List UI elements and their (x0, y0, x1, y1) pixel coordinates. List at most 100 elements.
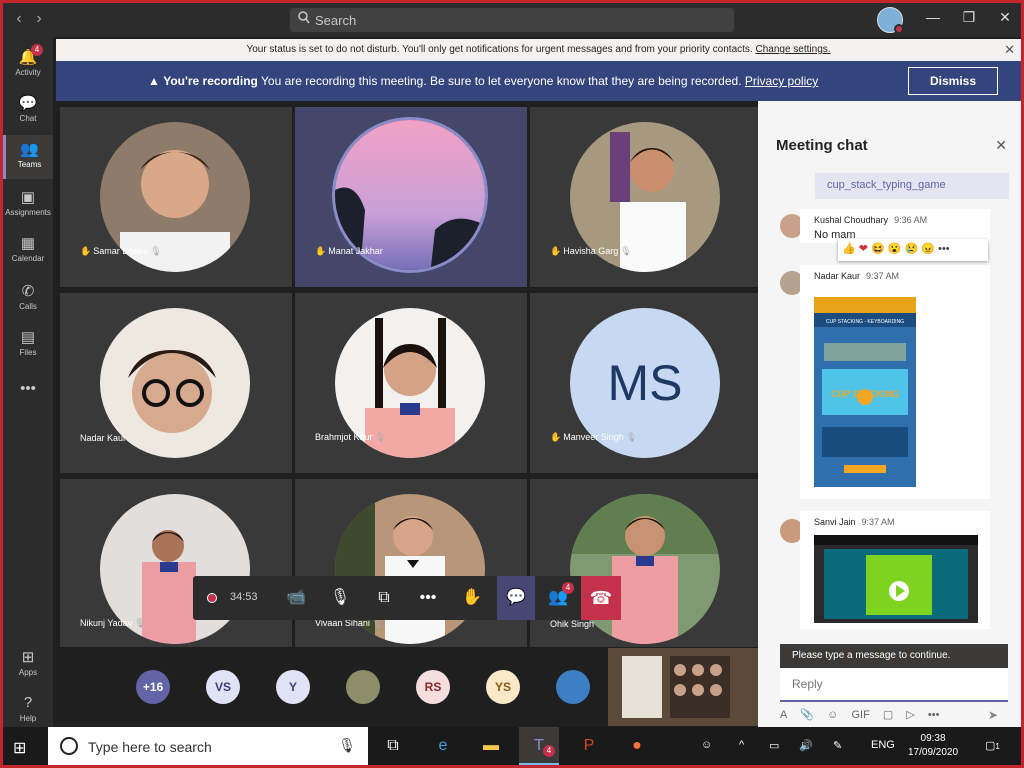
chat-link-message[interactable]: cup_stack_typing_game (815, 173, 1009, 199)
back-button[interactable]: ‹ (11, 10, 27, 28)
pen-icon[interactable]: ✎ (833, 739, 842, 752)
participant-avatar[interactable]: RS (416, 670, 450, 704)
taskbar-search[interactable]: Type here to search 🎙 (48, 727, 368, 765)
video-stage: ✋ Samar Dhaka 🎙 ✋ Manat Jakhar ✋ Havisha Gar… (56, 101, 762, 648)
mic-off-icon: 🎙 (374, 432, 386, 442)
windows-taskbar: ⊞ Type here to search 🎙 ⧉ e ▬ T4 P ● ☺ ^… (3, 727, 1021, 765)
volume-icon[interactable]: 🔊 (799, 739, 813, 752)
overflow-participants[interactable]: +16 (136, 670, 170, 704)
chat-close-icon[interactable]: ✕ (995, 137, 1007, 154)
maximize-button[interactable]: ❐ (959, 9, 979, 26)
taskbar-search-placeholder: Type here to search (88, 739, 212, 755)
heart-reaction[interactable]: ❤ (859, 243, 868, 255)
chat-message[interactable]: Sanvi Jain 9:37 AM (800, 511, 990, 629)
participant-avatar[interactable]: Y (276, 670, 310, 704)
warning-icon: ▲ (148, 74, 160, 88)
participant-tile[interactable]: MS ✋ Manveer Singh 🎙 (530, 293, 762, 473)
format-icon[interactable]: A (780, 709, 787, 721)
participant-avatar[interactable] (556, 670, 590, 704)
activity-badge: 4 (31, 44, 43, 56)
mic-button[interactable]: 🎙 (321, 576, 359, 620)
rail-item-apps[interactable]: ⊞ Apps (3, 643, 53, 687)
like-reaction[interactable]: 👍 (842, 243, 856, 255)
microphone-icon[interactable]: 🎙 (338, 737, 356, 754)
participant-name: ✋ Havisha Garg 🎙 (550, 246, 632, 256)
raised-hand-icon: ✋ (550, 432, 562, 442)
chat-message[interactable]: Kushal Choudhary 9:36 AM No mam (800, 209, 990, 243)
rail-item-files[interactable]: ▤ Files (3, 323, 53, 367)
title-bar: ‹ › Search — ❐ ✕ (3, 3, 1021, 37)
sad-reaction[interactable]: 😢 (905, 243, 919, 255)
forward-button[interactable]: › (31, 10, 47, 28)
participant-tile[interactable]: ✋ Havisha Garg 🎙 (530, 107, 762, 287)
participant-tile[interactable]: Brahmjot Kaur 🎙 (295, 293, 527, 473)
notifications-icon[interactable]: ▢1 (985, 739, 1000, 752)
firefox-icon[interactable]: ● (617, 727, 657, 765)
participants-button[interactable]: 👥 4 (539, 576, 577, 620)
network-icon[interactable]: ▭ (769, 739, 779, 752)
participant-tile[interactable]: Vivaan Sihani 🎙 (295, 479, 527, 647)
more-actions-button[interactable]: ••• (409, 576, 447, 620)
rail-item-assignments[interactable]: ▣ Assignments (3, 183, 53, 227)
edge-icon[interactable]: e (423, 727, 463, 765)
camera-button[interactable]: 📹 (277, 576, 315, 620)
more-options-icon[interactable]: ••• (928, 709, 940, 721)
profile-avatar[interactable] (877, 7, 904, 34)
rail-item-chat[interactable]: 💬 Chat (3, 89, 53, 133)
people-icon[interactable]: ☺ (701, 739, 712, 751)
reply-input[interactable] (780, 668, 1008, 702)
notifications-count: 1 (995, 742, 1000, 751)
rail-item-calls[interactable]: ✆ Calls (3, 277, 53, 321)
rail-item-teams[interactable]: 👥 Teams (3, 135, 53, 179)
taskbar-clock[interactable]: 09:38 17/09/2020 (908, 732, 958, 760)
angry-reaction[interactable]: 😠 (921, 243, 935, 255)
more-icon: ••• (20, 380, 36, 397)
rail-more-button[interactable]: ••• (3, 375, 53, 399)
change-settings-link[interactable]: Change settings. (755, 44, 830, 55)
screenshot-image[interactable] (814, 535, 978, 623)
sticker-icon[interactable]: ▢ (883, 709, 893, 721)
rail-item-calendar[interactable]: ▦ Calendar (3, 229, 53, 273)
chat-toggle-button[interactable]: 💬 (497, 576, 535, 620)
participant-tile[interactable]: Ohik Singh (530, 479, 762, 647)
hand-icon: ✋ (462, 589, 482, 606)
hang-up-button[interactable]: ☎ (581, 576, 621, 620)
gif-icon[interactable]: GIF (851, 709, 869, 721)
surprised-reaction[interactable]: 😮 (888, 243, 902, 255)
participant-tile[interactable]: ✋ Samar Dhaka 🎙 (60, 107, 292, 287)
emoji-icon[interactable]: ☺ (827, 709, 838, 721)
language-indicator[interactable]: ENG (871, 739, 895, 751)
rail-item-activity[interactable]: 🔔 4 Activity (3, 43, 53, 87)
participant-tile[interactable]: ✋ Manat Jakhar (295, 107, 527, 287)
participant-tile[interactable]: Nadar Kaur (60, 293, 292, 473)
teams-taskbar-icon[interactable]: T4 (519, 727, 559, 765)
self-view-video[interactable] (608, 648, 758, 726)
attach-icon[interactable]: 📎 (800, 709, 814, 721)
chat-message[interactable]: Nadar Kaur 9:37 AM CUP STACKING - KEYBOAR… (800, 265, 990, 499)
task-view-icon[interactable]: ⧉ (373, 727, 413, 765)
file-explorer-icon[interactable]: ▬ (471, 727, 511, 765)
compose-toolbar: A 📎 ☺ GIF ▢ ▷ ••• ➤ (780, 708, 1008, 724)
screenshot-image[interactable]: CUP STACKING - KEYBOARDING CUP STACKING (814, 297, 916, 487)
dnd-close-icon[interactable]: ✕ (1004, 39, 1015, 61)
laugh-reaction[interactable]: 😆 (871, 243, 885, 255)
powerpoint-icon[interactable]: P (569, 727, 609, 765)
participant-avatar[interactable]: VS (206, 670, 240, 704)
more-reactions-button[interactable]: ••• (938, 243, 950, 255)
participant-avatar[interactable]: YS (486, 670, 520, 704)
meet-icon[interactable]: ▷ (906, 709, 914, 721)
participant-tile[interactable]: Nikunj Yadav 🎙 (60, 479, 292, 647)
mic-off-icon: 🎙 (134, 618, 146, 628)
tray-chevron-icon[interactable]: ^ (739, 739, 744, 751)
minimize-button[interactable]: — (923, 9, 943, 25)
windows-start-icon[interactable]: ⊞ (13, 738, 26, 758)
participant-avatar[interactable] (346, 670, 380, 704)
window-close-button[interactable]: ✕ (995, 9, 1015, 26)
send-button[interactable]: ➤ (988, 708, 998, 722)
privacy-policy-link[interactable]: Privacy policy (745, 74, 818, 88)
search-box[interactable]: Search (290, 8, 734, 32)
share-screen-button[interactable]: ⧉ (365, 576, 403, 620)
dismiss-button[interactable]: Dismiss (908, 67, 998, 95)
mic-off-icon: 🎙 (625, 432, 638, 442)
raise-hand-button[interactable]: ✋ (453, 576, 491, 620)
